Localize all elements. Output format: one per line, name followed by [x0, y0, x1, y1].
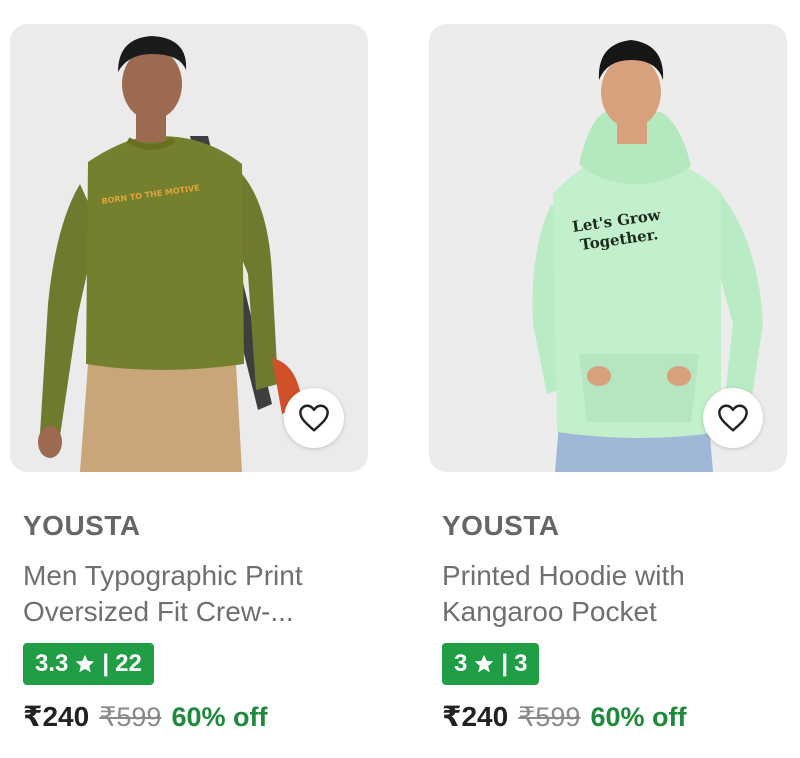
product-card[interactable]: BORN TO THE MOTIVE YOUSTA Men Typographi…	[10, 0, 368, 758]
rating-count: 22	[115, 650, 142, 677]
rating-value: 3	[454, 650, 468, 677]
original-price: ₹599	[99, 702, 162, 732]
product-title[interactable]: Printed Hoodie with Kangaroo Pocket	[442, 558, 782, 630]
title-line: Printed Hoodie with	[442, 560, 685, 591]
discount-label: 60% off	[590, 702, 687, 732]
rating-separator: |	[102, 650, 110, 677]
rating-value: 3.3	[35, 650, 69, 677]
heart-outline-icon	[718, 404, 748, 432]
wishlist-button[interactable]	[284, 388, 344, 448]
brand-name: YOUSTA	[442, 510, 560, 541]
rating-separator: |	[501, 650, 509, 677]
brand-name: YOUSTA	[23, 510, 141, 541]
star-icon	[475, 654, 494, 673]
heart-outline-icon	[299, 404, 329, 432]
discount-label: 60% off	[171, 702, 268, 732]
original-price: ₹599	[518, 702, 581, 732]
wishlist-button[interactable]	[703, 388, 763, 448]
title-line: Oversized Fit Crew-...	[23, 596, 294, 627]
product-card[interactable]: Let's Grow Together. YOUSTA Printed Hood…	[429, 0, 787, 758]
star-icon	[76, 654, 95, 673]
selling-price: ₹240	[442, 701, 509, 732]
product-image[interactable]: BORN TO THE MOTIVE	[10, 24, 368, 472]
rating-count: 3	[514, 650, 528, 677]
product-title[interactable]: Men Typographic Print Oversized Fit Crew…	[23, 558, 363, 630]
title-line: Kangaroo Pocket	[442, 596, 657, 627]
rating-badge: 3 | 3	[442, 643, 540, 685]
title-line: Men Typographic Print	[23, 560, 303, 591]
price-row: ₹240 ₹599 60% off	[442, 700, 686, 733]
rating-badge: 3.3 | 22	[23, 643, 154, 685]
product-image[interactable]: Let's Grow Together.	[429, 24, 787, 472]
selling-price: ₹240	[23, 701, 90, 732]
price-row: ₹240 ₹599 60% off	[23, 700, 267, 733]
